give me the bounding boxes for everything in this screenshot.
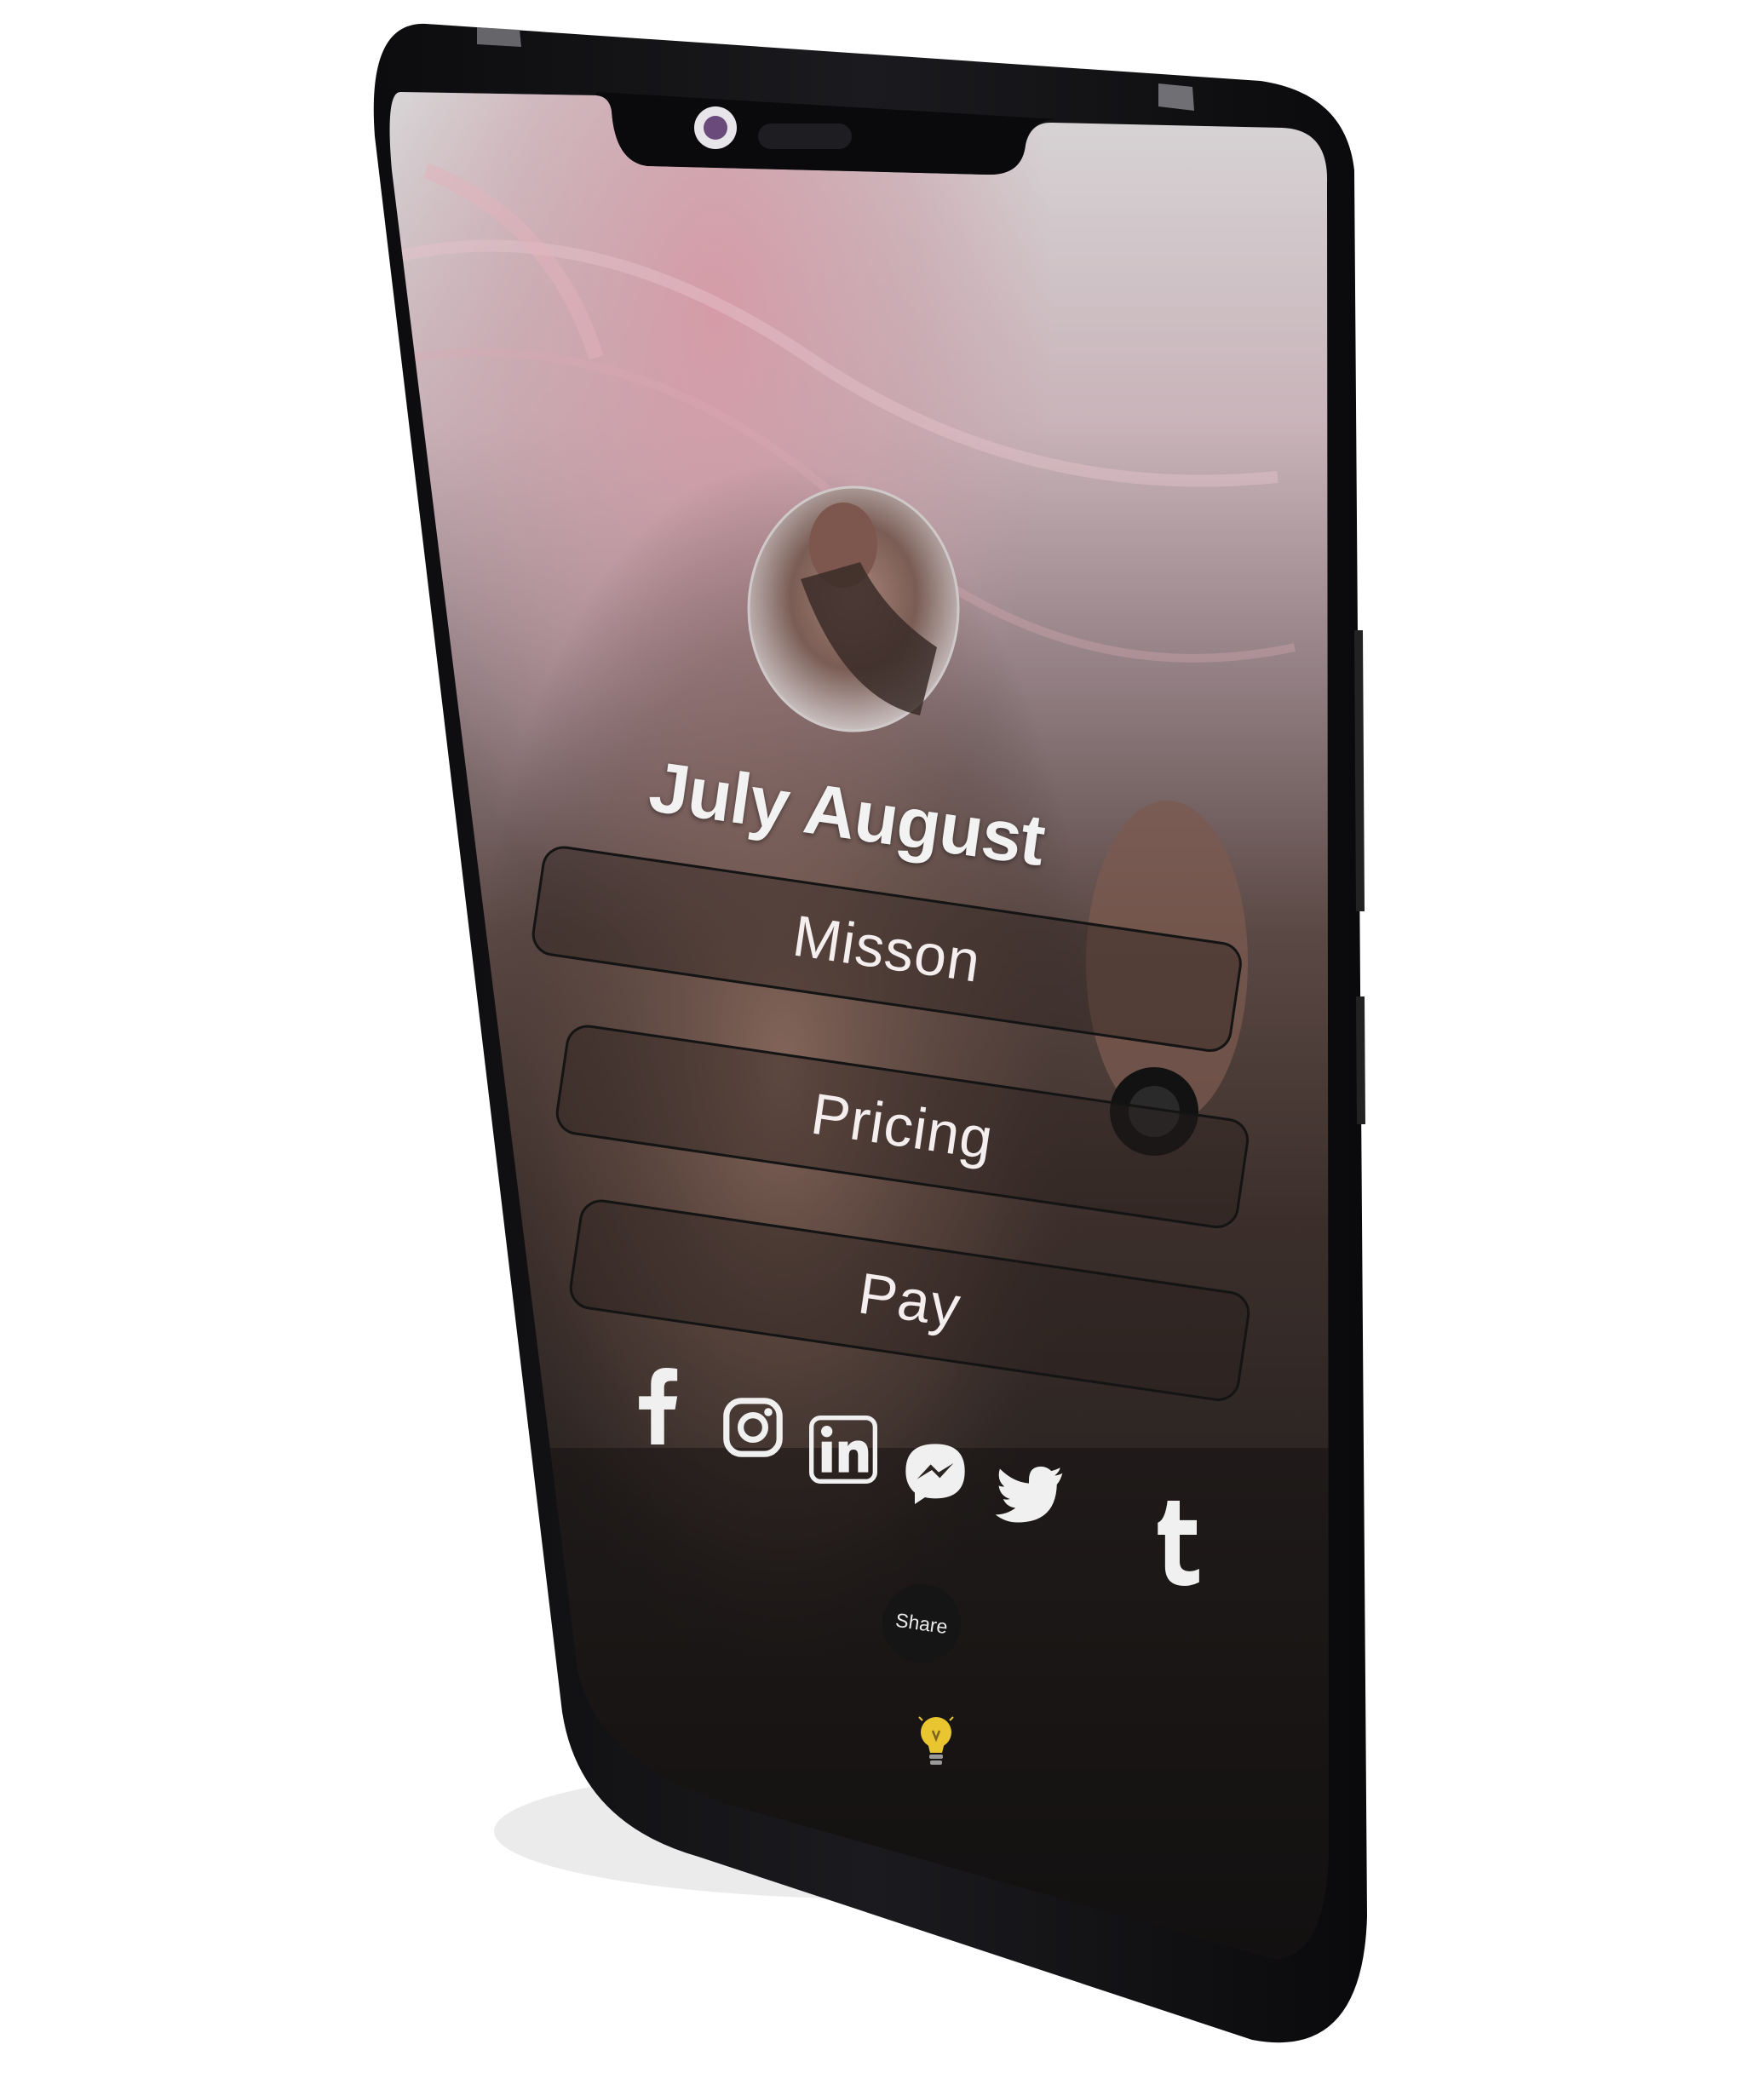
share-button[interactable]: Share — [877, 1579, 966, 1668]
mission-button-label: Misson — [789, 903, 985, 995]
share-button-label: Share — [893, 1608, 950, 1638]
tumblr-icon[interactable] — [1154, 1501, 1205, 1586]
lightbulb-icon[interactable] — [916, 1710, 957, 1770]
instagram-icon[interactable] — [722, 1397, 784, 1458]
social-links — [0, 0, 1764, 2079]
phone-mockup-stage: July August Misson Pricing Pay Share — [0, 0, 1764, 2079]
app-screen: July August Misson Pricing Pay Share — [0, 0, 1764, 2079]
twitter-icon[interactable] — [993, 1465, 1065, 1526]
messenger-icon[interactable] — [901, 1439, 969, 1508]
pay-button-label: Pay — [854, 1261, 965, 1340]
linkedin-icon[interactable] — [809, 1416, 877, 1484]
pricing-button-label: Pricing — [807, 1081, 998, 1172]
mission-button[interactable]: Misson — [529, 843, 1245, 1055]
pricing-button[interactable]: Pricing — [553, 1022, 1252, 1232]
facebook-icon[interactable] — [632, 1368, 683, 1444]
